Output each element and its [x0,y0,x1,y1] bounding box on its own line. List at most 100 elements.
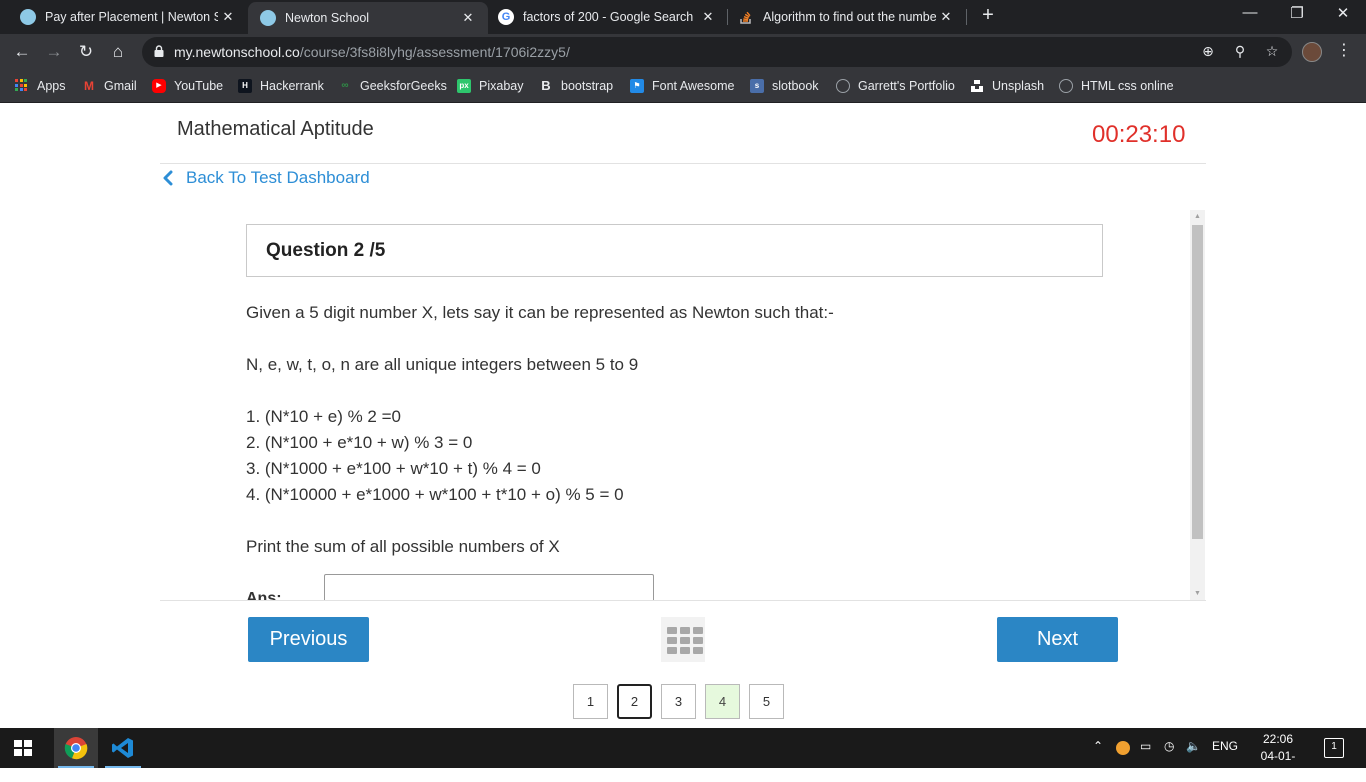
chrome-icon [64,737,88,760]
grid-cell [680,647,690,654]
bookmark-label: HTML css online [1081,79,1174,93]
bookmark-label: Garrett's Portfolio [858,79,955,93]
url-text: my.newtonschool.co/course/3fs8i8lyhg/ass… [174,44,570,60]
home-icon[interactable]: ⌂ [106,40,130,64]
clock-date: 04-01-2021 [1260,749,1296,780]
windows-taskbar: ⌃ ▭ ◷ 🔈 ENG 22:06 04-01-2021 1 [0,728,1366,780]
wifi-icon[interactable]: ◷ [1164,739,1174,753]
grid-cell [667,637,677,644]
restore-button[interactable]: ❐ [1285,4,1309,22]
globe-icon [1059,79,1073,93]
browser-toolbar: ← → ↻ ⌂ my.newtonschool.co/course/3fs8i8… [0,34,1366,70]
hackerrank-icon: H [238,79,252,93]
bookmark-star-icon[interactable]: ☆ [1262,43,1282,60]
start-tile [24,749,32,756]
bookmark-slotbook[interactable]: s slotbook [750,77,819,95]
zoom-icon[interactable]: ⚲ [1230,43,1250,60]
weather-icon[interactable] [1116,741,1130,755]
address-bar[interactable]: my.newtonschool.co/course/3fs8i8lyhg/ass… [142,37,1292,67]
page-button-3[interactable]: 3 [661,684,696,719]
minimize-button[interactable]: — [1238,4,1262,21]
tab-close-icon[interactable]: ✕ [218,9,238,25]
taskbar-chrome[interactable] [54,728,98,768]
bookmark-garretts-portfolio[interactable]: Garrett's Portfolio [836,77,955,95]
bookmark-geeksforgeeks[interactable]: ∞ GeeksforGeeks [338,77,446,95]
question-header: Question 2 /5 [246,224,1103,277]
countdown-timer: 00:23:10 [1092,121,1186,148]
tab-title: Algorithm to find out the numbe [763,10,936,24]
scrollbar-thumb[interactable] [1192,225,1203,539]
question-scroll-area[interactable]: Question 2 /5 Given a 5 digit number X, … [160,210,1206,601]
back-arrow-icon[interactable]: ← [10,40,34,64]
tab-newton-school[interactable]: Newton School ✕ [248,2,488,34]
apps-grid-icon [15,79,29,93]
bookmark-bootstrap[interactable]: B bootstrap [539,77,613,95]
tab-close-icon[interactable]: ✕ [698,9,718,25]
bookmark-gmail[interactable]: M Gmail [82,77,137,95]
start-tile [14,749,22,756]
scroll-down-arrow-icon[interactable]: ▼ [1190,587,1205,601]
install-app-icon[interactable]: ⊕ [1198,43,1218,60]
question-line: 3. (N*1000 + e*100 + w*10 + t) % 4 = 0 [246,459,541,478]
bookmark-apps[interactable]: Apps [15,77,66,95]
windows-start-icon[interactable] [14,740,32,756]
grid-cell [680,637,690,644]
question-line: Print the sum of all possible numbers of… [246,537,560,556]
bookmark-youtube[interactable]: ▶ YouTube [152,77,223,95]
close-window-button[interactable]: ✕ [1331,4,1355,22]
question-line: 1. (N*10 + e) % 2 =0 [246,407,401,426]
taskbar-vscode[interactable] [101,728,145,768]
page-button-1[interactable]: 1 [573,684,608,719]
previous-button[interactable]: Previous [248,617,369,662]
question-line: 4. (N*10000 + e*1000 + w*100 + t*10 + o)… [246,485,624,504]
grid-cell [693,637,703,644]
bookmark-label: slotbook [772,79,819,93]
tab-close-icon[interactable]: ✕ [936,9,956,25]
grid-cell [693,647,703,654]
tab-close-icon[interactable]: ✕ [458,10,478,26]
language-indicator[interactable]: ENG [1212,739,1238,753]
page-button-4[interactable]: 4 [705,684,740,719]
bookmark-font-awesome[interactable]: ⚑ Font Awesome [630,77,734,95]
newton-favicon-icon [20,9,36,25]
new-tab-button[interactable]: + [978,4,998,27]
system-clock[interactable]: 22:06 04-01-2021 [1248,731,1308,782]
bookmark-unsplash[interactable]: Unsplash [970,77,1044,95]
lock-icon [154,45,164,57]
unsplash-icon [970,79,984,93]
back-to-dashboard-link[interactable]: Back To Test Dashboard [162,168,370,188]
show-hidden-icons-chevron-icon[interactable]: ⌃ [1093,739,1103,753]
tab-pay-after-placement[interactable]: Pay after Placement | Newton Sch ✕ [0,0,248,34]
divider [160,600,1206,601]
bookmark-pixabay[interactable]: px Pixabay [457,77,523,95]
volume-icon[interactable]: 🔈 [1186,739,1201,753]
scroll-up-arrow-icon[interactable]: ▲ [1190,210,1205,224]
question-number: Question 2 /5 [266,240,386,261]
forward-arrow-icon[interactable]: → [42,40,66,64]
browser-menu-icon[interactable]: ⋮ [1336,42,1352,60]
page-button-2[interactable]: 2 [617,684,652,719]
profile-avatar[interactable] [1302,42,1322,62]
grid-cell [680,627,690,634]
youtube-icon: ▶ [152,79,166,93]
answer-input[interactable] [324,574,654,601]
bookmark-hackerrank[interactable]: H Hackerrank [238,77,324,95]
next-button[interactable]: Next [997,617,1118,662]
bookmark-label: Pixabay [479,79,524,93]
tab-google-search[interactable]: G factors of 200 - Google Search ✕ [488,0,728,34]
newton-favicon-icon [260,10,276,26]
bookmarks-bar: Apps M Gmail ▶ YouTube H Hackerrank ∞ Ge… [0,70,1366,103]
reload-icon[interactable]: ↻ [74,40,98,64]
question-grid-button[interactable] [661,617,705,662]
vertical-scrollbar[interactable]: ▲ ▼ [1190,210,1205,601]
battery-icon[interactable]: ▭ [1140,739,1151,753]
start-tile [14,740,22,747]
tab-stackoverflow[interactable]: Algorithm to find out the numbe ✕ [728,0,966,34]
tab-title: Newton School [285,11,370,25]
question-pager: 1 2 3 4 5 [573,684,793,719]
notifications-icon[interactable]: 1 [1324,738,1344,758]
stackoverflow-favicon-icon [738,9,754,25]
page-button-5[interactable]: 5 [749,684,784,719]
bookmark-html-css-online[interactable]: HTML css online [1059,77,1174,95]
bookmark-label: Font Awesome [652,79,735,93]
